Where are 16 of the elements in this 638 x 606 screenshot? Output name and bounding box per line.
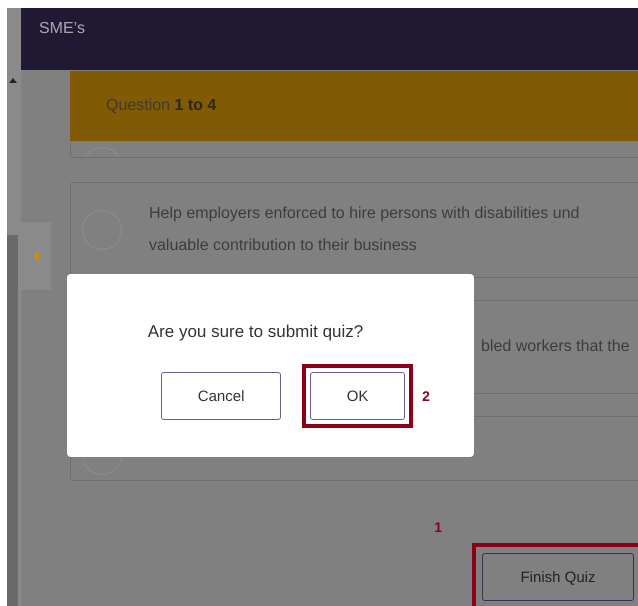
caret-left-icon (33, 251, 39, 261)
option-text: valuable contribution to their business (149, 236, 418, 256)
option-text: bled workers that the (481, 337, 630, 357)
app-title: SME’s (39, 20, 85, 38)
answer-option[interactable] (70, 141, 638, 158)
callout-number: 2 (422, 388, 430, 404)
dialog-button[interactable]: Cancel (161, 372, 282, 420)
finish-quiz-button[interactable]: Finish Quiz (482, 553, 634, 601)
radio-button[interactable] (82, 210, 122, 250)
callout-number: 1 (434, 519, 442, 537)
dialog-button[interactable]: OK (310, 372, 406, 420)
dialog-message: Are you sure to submit quiz? (148, 322, 364, 342)
question-range-text: Question 1 to 4 (106, 97, 216, 115)
scroll-up-icon[interactable] (9, 78, 17, 83)
option-text: Help employers enforced to hire persons with disabilities und (149, 204, 580, 224)
collapse-tab[interactable] (21, 222, 51, 290)
